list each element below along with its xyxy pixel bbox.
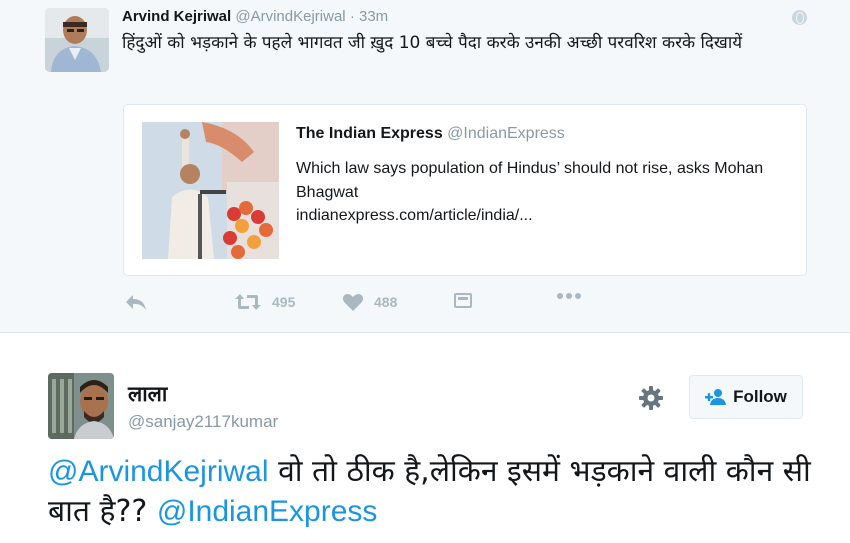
message-button[interactable]: [454, 292, 472, 310]
reply-tweet-text: @ArvindKejriwal वो तो ठीक है,लेकिन इसमें…: [48, 452, 838, 532]
card-source-handle: @IndianExpress: [447, 125, 565, 142]
globe-icon: [792, 10, 807, 25]
author-name[interactable]: Arvind Kejriwal: [122, 8, 231, 25]
tweet-time[interactable]: 33m: [359, 8, 388, 25]
author-avatar[interactable]: [45, 8, 109, 72]
heart-icon: [342, 294, 364, 311]
mention-link[interactable]: @ArvindKejriwal: [48, 455, 269, 488]
reply-author-handle[interactable]: @sanjay2117kumar: [128, 412, 278, 432]
retweet-button[interactable]: 495: [234, 292, 295, 312]
link-card[interactable]: The Indian Express @IndianExpress Which …: [123, 104, 807, 276]
follow-person-icon: [705, 389, 727, 405]
message-icon: [454, 293, 472, 308]
gear-icon[interactable]: [638, 385, 664, 411]
mention-link[interactable]: @IndianExpress: [157, 495, 378, 528]
reply-author-avatar[interactable]: [48, 373, 114, 439]
avatar-photo: [45, 8, 109, 72]
reply-button[interactable]: [124, 292, 148, 312]
quoted-tweet: Arvind Kejriwal @ArvindKejriwal · 33m हि…: [0, 0, 850, 333]
like-count: 488: [374, 294, 398, 310]
more-button[interactable]: [556, 292, 582, 300]
more-icon: [557, 293, 581, 299]
reply-icon: [126, 295, 146, 310]
card-source-name: The Indian Express: [296, 125, 443, 142]
tweet-text: हिंदुओं को भड़काने के पहले भागवत जी ख़ुद…: [122, 33, 743, 53]
card-url[interactable]: indianexpress.com/article/india/...: [296, 207, 533, 225]
follow-label: Follow: [733, 387, 787, 406]
retweet-icon: [235, 294, 261, 310]
reply-tweet: लाला @sanjay2117kumar Follow @ArvindKejr…: [0, 334, 850, 543]
tweet-header: Arvind Kejriwal @ArvindKejriwal · 33m: [122, 8, 388, 25]
author-handle[interactable]: @ArvindKejriwal: [235, 8, 345, 25]
card-source: The Indian Express @IndianExpress: [296, 125, 565, 143]
card-image: [142, 122, 279, 259]
like-button[interactable]: 488: [342, 292, 397, 312]
reply-author-name[interactable]: लाला: [128, 380, 167, 408]
follow-button[interactable]: Follow: [689, 375, 803, 419]
retweet-count: 495: [272, 294, 296, 310]
separator-dot: ·: [349, 8, 355, 25]
avatar-photo: [48, 373, 114, 439]
card-title: Which law says population of Hindus’ sho…: [296, 160, 764, 201]
